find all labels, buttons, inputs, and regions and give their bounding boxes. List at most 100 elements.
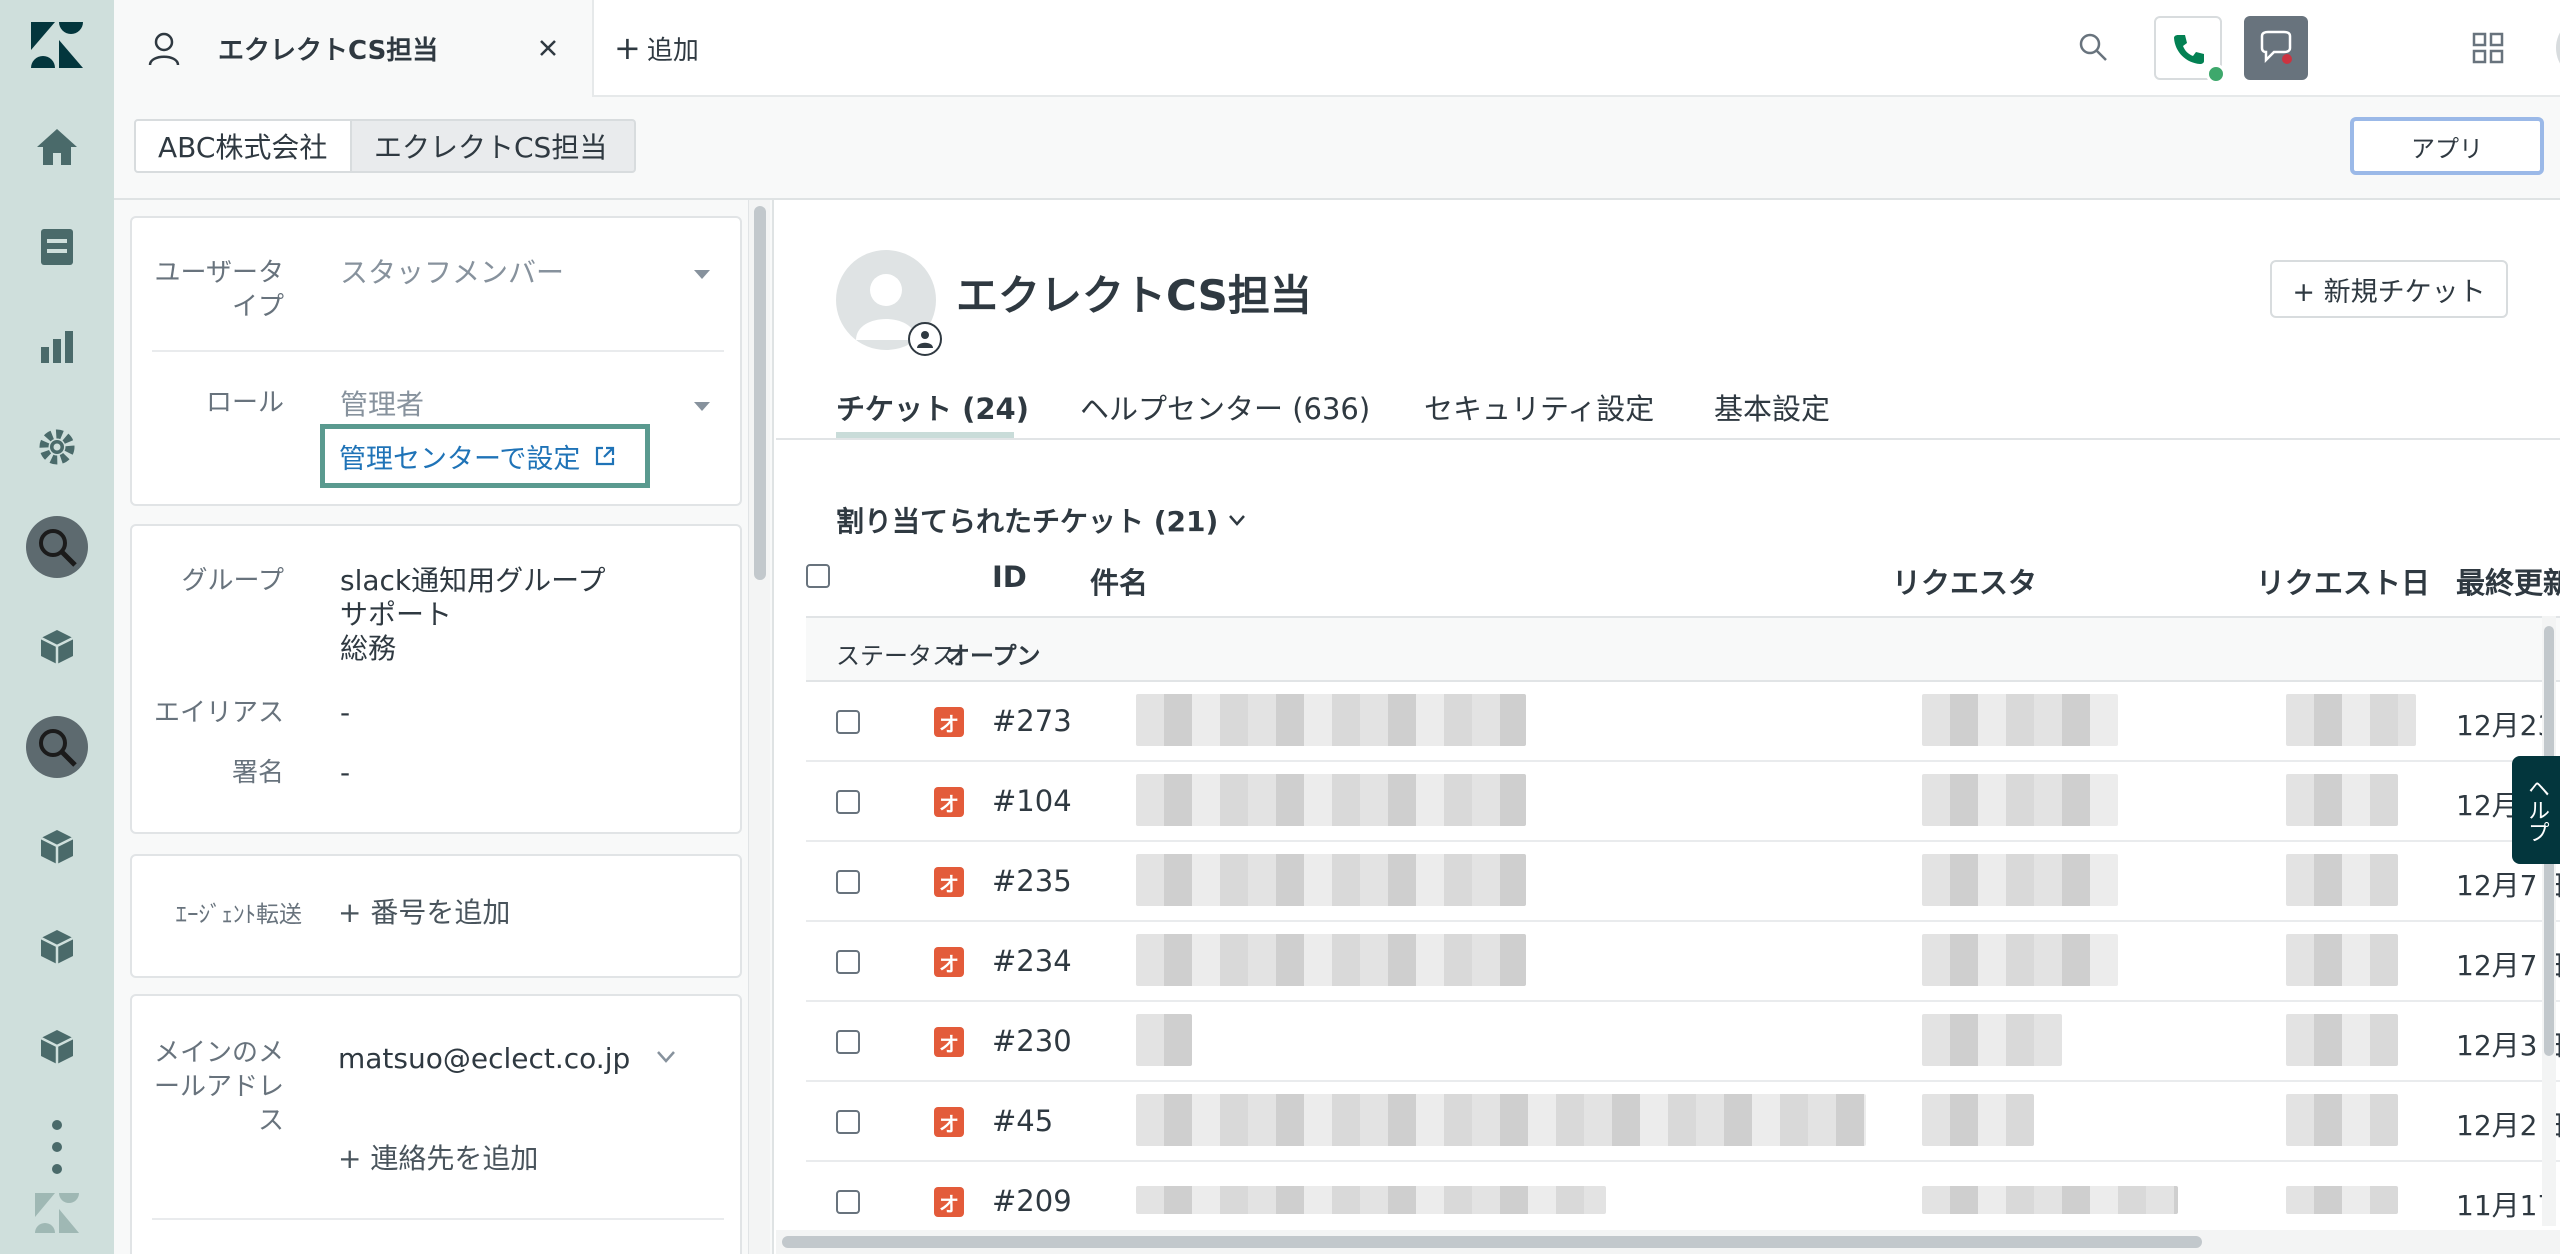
tab-security-settings[interactable]: セキュリティ設定 [1424,386,1654,428]
row-checkbox[interactable] [836,1190,860,1214]
admin-gear-icon[interactable] [22,412,92,482]
home-icon[interactable] [22,112,92,182]
external-link-icon [596,446,615,466]
vertical-scrollbar[interactable] [2542,616,2556,1226]
table-row[interactable]: オ #230 12月3日 [806,1002,2560,1082]
tab-basic-settings[interactable]: 基本設定 [1714,386,1830,428]
redacted-requester [1922,854,2118,906]
ticket-id[interactable]: #273 [992,704,1072,738]
column-header-id[interactable]: ID [992,560,1027,594]
workspace-tab-user[interactable]: エクレクトCS担当 [114,0,594,97]
app-cube-icon[interactable] [22,912,92,982]
products-grid-icon[interactable] [2472,32,2504,64]
redacted-request-date [2286,774,2398,826]
tab-tickets[interactable]: チケット (24) [836,386,1029,428]
redacted-request-date [2286,934,2398,986]
ticket-id[interactable]: #234 [992,944,1072,978]
scrollbar-thumb[interactable] [782,1236,2202,1248]
column-header-subject[interactable]: 件名 [1090,560,1148,602]
table-row[interactable]: オ #235 12月7日 [806,842,2560,922]
table-row[interactable]: オ #45 12月2日 [806,1082,2560,1162]
zendesk-footer-logo-icon [22,1178,92,1248]
ticket-updated: 11月17 [2456,1189,2556,1222]
chevron-down-icon[interactable] [694,270,710,280]
status-badge-open: オ [934,787,964,817]
close-tab-icon[interactable] [538,38,558,58]
tab-help-center[interactable]: ヘルプセンター (636) [1080,386,1370,428]
ticket-id[interactable]: #209 [992,1184,1072,1218]
redacted-request-date [2286,1186,2398,1214]
admin-center-link[interactable]: 管理センターで設定 [320,424,650,488]
profile-avatar[interactable] [2556,16,2560,80]
redacted-requester [1922,694,2118,746]
redacted-subject [1136,854,1526,906]
table-row[interactable]: オ #273 12月23 [806,682,2560,762]
scrollbar-thumb[interactable] [754,206,766,580]
app-cube-icon[interactable] [22,812,92,882]
user-profile-main: エクレクトCS担当 + 新規チケット チケット (24) ヘルプセンター (63… [776,200,2560,1254]
redacted-request-date [2286,854,2398,906]
app-cube-icon[interactable] [22,612,92,682]
ticket-id[interactable]: #45 [992,1104,1053,1138]
apps-button[interactable]: アプリ [2350,117,2544,175]
search-icon[interactable] [2078,32,2108,62]
add-tab-button[interactable]: + 追加 [614,26,699,70]
left-panel-scrollbar[interactable] [748,200,770,1254]
status-badge-open: オ [934,707,964,737]
row-checkbox[interactable] [836,1110,860,1134]
app-cube-icon[interactable] [22,1012,92,1082]
signature-value[interactable]: - [340,756,350,790]
search-app-icon[interactable] [22,712,92,782]
chevron-down-icon[interactable] [656,1050,676,1064]
column-header-requested[interactable]: リクエスト日 [2256,560,2430,602]
chevron-down-icon[interactable] [694,402,710,412]
add-contact-button[interactable]: + 連絡先を追加 [338,1142,538,1176]
row-checkbox[interactable] [836,790,860,814]
ticket-id[interactable]: #230 [992,1024,1072,1058]
column-header-requester[interactable]: リクエスタ [1892,560,2037,602]
top-bar: エクレクトCS担当 + 追加 [114,0,2560,97]
table-row[interactable]: オ #234 12月7日 [806,922,2560,1002]
breadcrumb: ABC株式会社 エクレクトCS担当 アプリ [114,97,2560,200]
select-all-checkbox[interactable] [806,564,830,588]
zendesk-logo-icon[interactable] [22,10,92,80]
row-checkbox[interactable] [836,950,860,974]
redacted-subject [1136,1014,1192,1066]
breadcrumb-organization[interactable]: ABC株式会社 [134,119,352,173]
status-badge-open: オ [934,867,964,897]
reporting-icon[interactable] [22,312,92,382]
user-type-label: ユーザータイプ [154,258,284,322]
row-checkbox[interactable] [836,1030,860,1054]
add-number-button[interactable]: + 番号を追加 [338,896,510,930]
table-row[interactable]: オ #104 12月 [806,762,2560,842]
ticket-id[interactable]: #235 [992,864,1072,898]
phone-icon [2174,35,2204,64]
talk-phone-button[interactable] [2154,16,2226,84]
row-checkbox[interactable] [836,870,860,894]
user-icon [148,32,180,66]
help-tab-label: ヘルプ [2524,777,2549,843]
redacted-requester [1922,1094,2034,1146]
divider [152,1218,724,1220]
add-tab-label: 追加 [646,35,699,66]
redacted-subject [1136,1094,1866,1146]
redacted-requester [1922,934,2118,986]
help-tab[interactable]: ヘルプ [2512,756,2560,864]
row-checkbox[interactable] [836,710,860,734]
ticket-id[interactable]: #104 [992,784,1072,818]
assigned-tickets-dropdown[interactable]: 割り当てられたチケット (21) [836,500,1246,540]
main-email-value[interactable]: matsuo@eclect.co.jp [338,1042,630,1076]
role-select[interactable]: 管理者 [340,388,424,422]
column-header-updated[interactable]: 最終更新 [2456,560,2560,602]
alias-value[interactable]: - [340,696,350,730]
search-app-icon[interactable] [22,512,92,582]
new-ticket-button[interactable]: + 新規チケット [2270,260,2508,318]
horizontal-scrollbar[interactable] [776,1230,2560,1254]
chat-button[interactable] [2244,16,2308,80]
admin-center-link-label: 管理センターで設定 [339,443,581,475]
user-type-select[interactable]: スタッフメンバー [340,256,564,290]
breadcrumb-user[interactable]: エクレクトCS担当 [350,119,636,173]
views-icon[interactable] [22,212,92,282]
more-apps-icon[interactable] [22,1112,92,1182]
role-label: ロール [205,388,284,418]
